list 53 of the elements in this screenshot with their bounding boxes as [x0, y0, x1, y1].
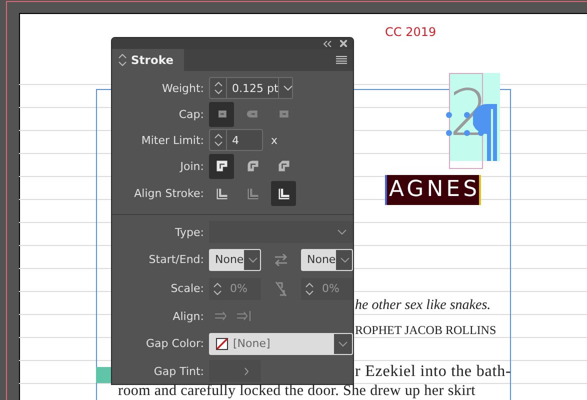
field-label: Join:	[178, 160, 205, 172]
arrow-align-icon[interactable]	[237, 310, 251, 322]
field-label: Cap:	[178, 108, 205, 120]
chevron-down-icon	[337, 229, 347, 235]
collapse-icon[interactable]	[323, 40, 332, 47]
stepper-icon[interactable]	[212, 282, 222, 296]
chapter-title: AGNES	[385, 175, 481, 205]
body-text: room and carefully locked the door. She drew up her skirt	[118, 383, 476, 400]
version-note: CC 2019	[385, 25, 436, 39]
stepper-icon[interactable]	[214, 133, 222, 147]
stepper-icon[interactable]	[214, 81, 222, 95]
menu-icon[interactable]	[336, 56, 347, 64]
field-label: Type:	[174, 226, 205, 238]
chevron-down-icon	[338, 340, 348, 346]
miter-join-icon	[214, 159, 228, 173]
chevron-down-icon	[248, 256, 258, 262]
stroke-corner-icon	[276, 186, 290, 200]
unlink-icon[interactable]	[275, 280, 287, 296]
stroke-corner-icon	[246, 186, 260, 200]
field-label: Miter Limit:	[140, 134, 205, 146]
no-color-swatch-icon	[216, 338, 228, 350]
cap-option[interactable]	[209, 102, 234, 126]
round-join-icon	[246, 159, 260, 173]
epigraph-text: he other sex like snakes.	[355, 298, 491, 314]
stepper-icon[interactable]	[304, 282, 314, 296]
field-label: Gap Tint:	[152, 364, 205, 378]
unit-label: x	[271, 134, 278, 146]
chevron-down-icon	[340, 256, 350, 262]
close-icon[interactable]	[340, 40, 347, 48]
tab-toggle-icon[interactable]	[118, 53, 127, 68]
field-label: Align:	[172, 310, 205, 322]
gap-color-dropdown[interactable]: [None]	[209, 332, 353, 354]
gap-tint-field[interactable]	[209, 360, 261, 382]
attribution-text: ROPHET JACOB ROLLINS	[355, 323, 496, 338]
join-option[interactable]	[209, 154, 234, 178]
chevron-right-icon	[244, 366, 249, 376]
field-label: Gap Color:	[145, 337, 205, 350]
start-dropdown[interactable]: None	[209, 248, 261, 270]
drop-cap-shading	[96, 367, 112, 383]
chevron-down-icon	[283, 85, 292, 91]
bevel-join-icon	[276, 159, 290, 173]
panel-tab[interactable]: Stroke	[112, 49, 184, 71]
swap-icon[interactable]	[274, 254, 288, 266]
stroke-corner-icon	[214, 186, 228, 200]
field-label: Align Stroke:	[133, 187, 205, 200]
end-dropdown[interactable]: None	[301, 248, 353, 270]
field-label: Scale:	[170, 282, 205, 295]
arrow-align-icon[interactable]	[215, 310, 229, 322]
weight-field[interactable]: 0.125 pt	[209, 77, 293, 99]
field-label: Start/End:	[148, 253, 205, 266]
miter-limit-field[interactable]: 4	[209, 129, 263, 151]
field-label: Weight:	[160, 82, 205, 94]
align-stroke-option[interactable]	[271, 181, 296, 206]
